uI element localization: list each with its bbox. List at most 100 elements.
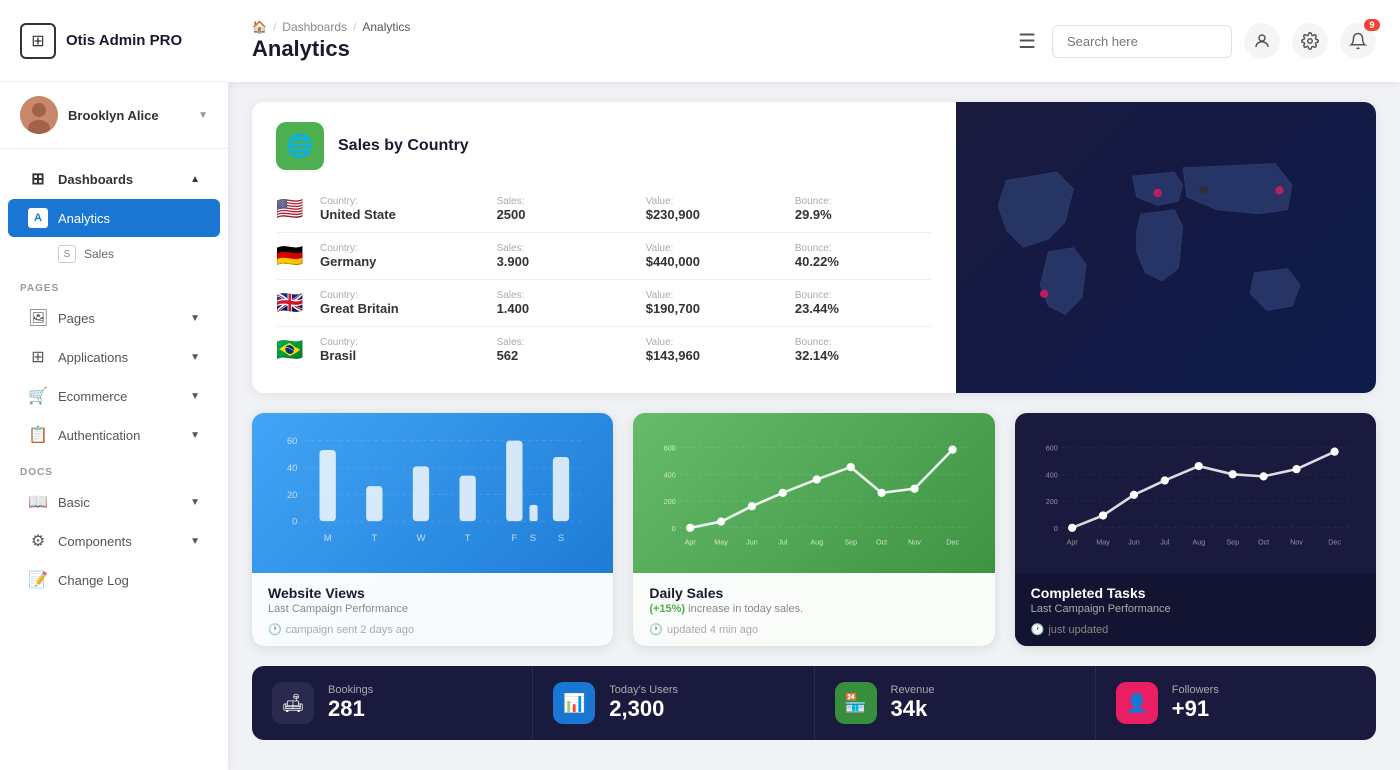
table-row: 🇧🇷 Country: Brasil Sales: 562 Value: $14… — [276, 327, 932, 373]
user-chevron-icon: ▼ — [198, 110, 208, 121]
components-chevron-icon: ▼ — [190, 536, 200, 547]
website-views-subtitle: Last Campaign Performance — [268, 603, 597, 615]
website-views-time: 🕐 campaign sent 2 days ago — [268, 623, 597, 636]
sales-value: 3.900 — [497, 254, 634, 269]
users-icon: 📊 — [553, 682, 595, 724]
svg-text:Oct: Oct — [876, 537, 887, 546]
sidebar-item-analytics[interactable]: A Analytics — [8, 199, 220, 237]
completed-tasks-subtitle: Last Campaign Performance — [1031, 603, 1360, 615]
app-name: Otis Admin PRO — [66, 32, 182, 49]
website-views-title: Website Views — [268, 585, 597, 601]
dashboards-label: Dashboards — [58, 172, 133, 187]
value-amount: $230,900 — [646, 207, 783, 222]
svg-text:T: T — [465, 533, 471, 543]
sales-label: Sales: — [497, 243, 634, 254]
sales-value: 1.400 — [497, 301, 634, 316]
authentication-label: Authentication — [58, 428, 140, 443]
sidebar-item-basic[interactable]: 📖 Basic ▼ — [8, 483, 220, 521]
header-left: 🏠 / Dashboards / Analytics Analytics — [252, 20, 1002, 62]
svg-text:0: 0 — [1053, 524, 1057, 533]
line-chart-svg-green: 600 400 200 0 — [649, 429, 978, 569]
followers-value: +91 — [1172, 696, 1356, 722]
daily-sales-highlight: (+15%) — [649, 603, 685, 615]
sidebar-item-pages[interactable]: 🖼 Pages ▼ — [8, 299, 220, 337]
sidebar-item-authentication[interactable]: 📋 Authentication ▼ — [8, 416, 220, 454]
components-icon: ⚙ — [28, 531, 48, 551]
sales-label: Sales: — [497, 337, 634, 348]
logo-icon: ⊞ — [20, 23, 56, 59]
table-row: 🇺🇸 Country: United State Sales: 2500 Val… — [276, 186, 932, 233]
svg-text:S: S — [558, 533, 564, 543]
website-views-card: 60 40 20 0 M T — [252, 413, 613, 646]
value-amount: $190,700 — [646, 301, 783, 316]
sales-letter: S — [58, 245, 76, 263]
sales-label: Sales — [84, 247, 114, 261]
sidebar-item-changelog[interactable]: 📝 Change Log — [8, 561, 220, 599]
value-label: Value: — [646, 290, 783, 301]
revenue-icon: 🏪 — [835, 682, 877, 724]
pages-label: Pages — [58, 311, 95, 326]
avatar — [20, 96, 58, 134]
authentication-chevron-icon: ▼ — [190, 430, 200, 441]
sidebar-item-applications[interactable]: ⊞ Applications ▼ — [8, 338, 220, 376]
svg-text:S: S — [530, 533, 536, 543]
settings-icon-button[interactable] — [1292, 23, 1328, 59]
completed-tasks-title: Completed Tasks — [1031, 585, 1360, 601]
user-profile[interactable]: Brooklyn Alice ▼ — [0, 82, 228, 149]
country-label: Country: — [320, 243, 485, 254]
followers-text: Followers +91 — [1172, 684, 1356, 722]
ecommerce-chevron-icon: ▼ — [190, 391, 200, 402]
svg-text:Sep: Sep — [845, 537, 858, 546]
breadcrumb-sep1: / — [273, 20, 276, 34]
stat-revenue: 🏪 Revenue 34k — [815, 666, 1096, 740]
pages-icon: 🖼 — [28, 308, 48, 328]
svg-text:Nov: Nov — [1290, 537, 1303, 546]
country-label: Country: — [320, 337, 485, 348]
sidebar-item-ecommerce[interactable]: 🛒 Ecommerce ▼ — [8, 377, 220, 415]
sidebar: ⊞ Otis Admin PRO Brooklyn Alice ▼ ⊞ Dash… — [0, 0, 228, 770]
header-right: 9 — [1052, 23, 1376, 59]
svg-text:Dec: Dec — [947, 537, 960, 546]
sidebar-item-components[interactable]: ⚙ Components ▼ — [8, 522, 220, 560]
bookings-text: Bookings 281 — [328, 684, 512, 722]
completed-tasks-time: 🕐 just updated — [1031, 623, 1360, 636]
bookings-value: 281 — [328, 696, 512, 722]
sidebar-item-dashboards[interactable]: ⊞ Dashboards ▲ — [8, 160, 220, 198]
svg-text:Oct: Oct — [1258, 537, 1269, 546]
users-value: 2,300 — [609, 696, 793, 722]
svg-text:F: F — [511, 533, 517, 543]
sidebar-item-sales[interactable]: S Sales — [8, 238, 220, 270]
search-input[interactable] — [1052, 25, 1232, 58]
revenue-value: 34k — [891, 696, 1075, 722]
world-map — [956, 102, 1376, 393]
user-icon-button[interactable] — [1244, 23, 1280, 59]
notifications-icon-button[interactable]: 9 — [1340, 23, 1376, 59]
value-amount: $440,000 — [646, 254, 783, 269]
breadcrumb-dashboards[interactable]: Dashboards — [282, 20, 347, 34]
country-name: Great Britain — [320, 301, 485, 316]
menu-icon[interactable]: ☰ — [1018, 29, 1036, 54]
logo-area: ⊞ Otis Admin PRO — [0, 0, 228, 82]
pages-chevron-icon: ▼ — [190, 313, 200, 324]
line-chart-canvas-green: 600 400 200 0 — [633, 413, 994, 573]
sidebar-navigation: ⊞ Dashboards ▲ A Analytics S Sales PAGES… — [0, 149, 228, 770]
flag-br: 🇧🇷 — [276, 337, 308, 363]
flag-gb: 🇬🇧 — [276, 290, 308, 316]
svg-text:0: 0 — [672, 524, 676, 533]
svg-text:Jul: Jul — [1160, 537, 1170, 546]
analytics-letter: A — [28, 208, 48, 228]
svg-text:0: 0 — [292, 517, 297, 527]
stat-bookings: 🛋 Bookings 281 — [252, 666, 533, 740]
svg-text:20: 20 — [287, 490, 297, 500]
notification-badge: 9 — [1364, 19, 1380, 31]
breadcrumb-analytics: Analytics — [362, 20, 410, 34]
svg-text:600: 600 — [1045, 444, 1057, 453]
stat-followers: 👤 Followers +91 — [1096, 666, 1376, 740]
home-icon: 🏠 — [252, 20, 267, 34]
value-amount: $143,960 — [646, 348, 783, 363]
flag-de: 🇩🇪 — [276, 243, 308, 269]
sales-label: Sales: — [497, 196, 634, 207]
daily-sales-footer: Daily Sales (+15%) increase in today sal… — [633, 573, 994, 646]
country-table: 🇺🇸 Country: United State Sales: 2500 Val… — [276, 186, 932, 373]
country-name: Germany — [320, 254, 485, 269]
